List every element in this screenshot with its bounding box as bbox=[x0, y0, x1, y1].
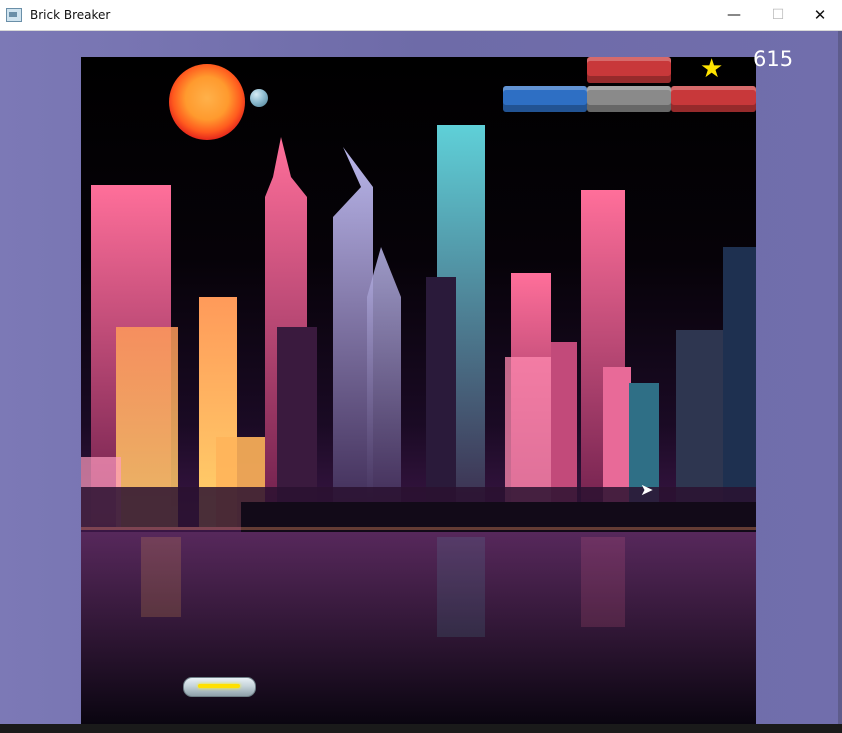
ball bbox=[250, 89, 268, 107]
window-bottom-border bbox=[0, 724, 842, 733]
minimize-button[interactable]: — bbox=[712, 0, 756, 30]
brick bbox=[671, 86, 756, 112]
title-bar: Brick Breaker — ☐ ✕ bbox=[0, 0, 842, 31]
brick bbox=[587, 86, 671, 112]
brick bbox=[587, 57, 671, 83]
score-counter: 615 bbox=[753, 47, 794, 71]
window-edge bbox=[838, 31, 842, 733]
brick bbox=[503, 86, 587, 112]
close-button[interactable]: ✕ bbox=[798, 0, 842, 30]
mouse-cursor-icon: ➤ bbox=[640, 480, 654, 499]
city-skyline-background bbox=[81, 125, 756, 724]
app-window-icon bbox=[6, 8, 22, 22]
star-icon: ★ bbox=[700, 57, 724, 84]
paddle[interactable] bbox=[183, 677, 256, 697]
maximize-button[interactable]: ☐ bbox=[756, 0, 800, 30]
window-title: Brick Breaker bbox=[30, 8, 111, 22]
game-canvas[interactable]: ★ ➤ bbox=[81, 57, 756, 724]
sun-decoration bbox=[169, 64, 245, 140]
